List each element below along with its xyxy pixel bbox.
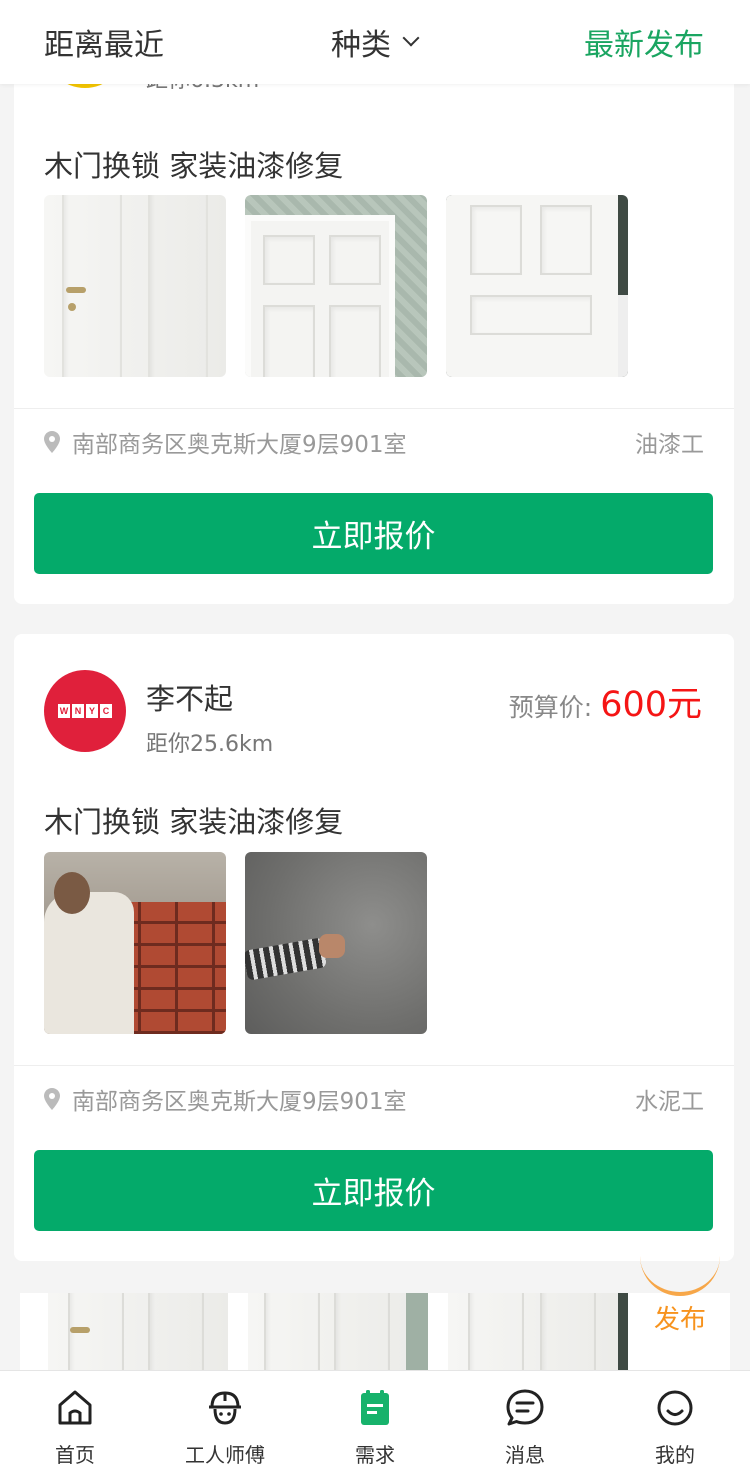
sort-latest-button[interactable]: 最新发布 xyxy=(584,20,704,64)
task-image[interactable] xyxy=(48,1293,228,1370)
message-icon xyxy=(506,1389,544,1426)
address: 南部商务区奥克斯大厦9层901室 xyxy=(44,425,407,459)
task-image[interactable] xyxy=(245,195,427,377)
location-pin-icon xyxy=(44,431,60,453)
demand-card: 距你6.3km 木门换锁 家装油漆修复 xyxy=(14,0,734,604)
avatar[interactable]: WNYC xyxy=(44,670,126,752)
tab-label: 我的 xyxy=(655,1443,695,1467)
user-name: 李不起 xyxy=(146,682,234,716)
budget: 预算价: 600元 xyxy=(509,676,702,727)
demand-icon xyxy=(361,1390,389,1425)
quote-button[interactable]: 立即报价 xyxy=(34,1150,713,1231)
category-dropdown[interactable]: 种类 xyxy=(331,20,420,64)
image-gallery xyxy=(44,852,427,1034)
trade-type: 油漆工 xyxy=(635,432,704,458)
home-icon xyxy=(58,1390,92,1425)
budget-price: 600元 xyxy=(600,685,702,725)
tab-label: 工人师傅 xyxy=(185,1443,265,1467)
demand-card: WNYC 李不起 距你25.6km 预算价: 600元 木门换锁 家装油漆修复 xyxy=(14,634,734,1261)
demand-card-peek xyxy=(20,1293,730,1370)
address-row: 南部商务区奥克斯大厦9层901室 水泥工 xyxy=(44,1079,704,1119)
trade-type: 水泥工 xyxy=(635,1089,704,1115)
user-distance: 距你25.6km xyxy=(146,732,274,757)
sort-latest-label: 最新发布 xyxy=(584,28,704,63)
address-text: 南部商务区奥克斯大厦9层901室 xyxy=(72,432,407,458)
tab-label: 首页 xyxy=(55,1443,95,1467)
publish-label: 发布 xyxy=(653,1305,706,1335)
divider xyxy=(14,408,734,409)
wnyc-logo: WNYC xyxy=(58,704,112,718)
profile-icon xyxy=(657,1390,693,1426)
tab-workers[interactable]: 工人师傅 xyxy=(150,1371,300,1476)
tab-home[interactable]: 首页 xyxy=(0,1371,150,1476)
tab-label: 消息 xyxy=(505,1443,545,1467)
address-row: 南部商务区奥克斯大厦9层901室 油漆工 xyxy=(44,422,704,462)
address-text: 南部商务区奥克斯大厦9层901室 xyxy=(72,1089,407,1115)
publish-icon xyxy=(640,1256,720,1296)
tab-bar: 首页 工人师傅 需求 消息 我的 xyxy=(0,1370,750,1476)
tab-label: 需求 xyxy=(355,1443,395,1467)
budget-label: 预算价: xyxy=(508,693,593,722)
image-gallery xyxy=(44,195,628,377)
task-image[interactable] xyxy=(446,195,628,377)
publish-button[interactable]: 发布 xyxy=(630,1256,730,1356)
address: 南部商务区奥克斯大厦9层901室 xyxy=(44,1082,407,1116)
task-title: 木门换锁 家装油漆修复 xyxy=(44,805,344,839)
task-image[interactable] xyxy=(245,852,427,1034)
divider xyxy=(14,1065,734,1066)
task-image[interactable] xyxy=(448,1293,628,1370)
category-label: 种类 xyxy=(331,28,391,63)
task-image[interactable] xyxy=(44,852,226,1034)
task-image[interactable] xyxy=(248,1293,428,1370)
sort-distance-label: 距离最近 xyxy=(44,28,164,63)
sort-distance-button[interactable]: 距离最近 xyxy=(44,20,164,64)
task-image[interactable] xyxy=(44,195,226,377)
tab-demand[interactable]: 需求 xyxy=(300,1371,450,1476)
chevron-down-icon xyxy=(402,29,420,47)
demand-list[interactable]: 距你6.3km 木门换锁 家装油漆修复 xyxy=(0,0,750,1370)
task-title: 木门换锁 家装油漆修复 xyxy=(44,149,344,183)
tab-profile[interactable]: 我的 xyxy=(600,1371,750,1476)
filter-bar: 距离最近 种类 最新发布 xyxy=(0,0,750,84)
quote-button[interactable]: 立即报价 xyxy=(34,493,713,574)
worker-icon xyxy=(209,1391,241,1425)
card-header: WNYC 李不起 距你25.6km 预算价: 600元 xyxy=(44,670,704,757)
location-pin-icon xyxy=(44,1088,60,1110)
tab-messages[interactable]: 消息 xyxy=(450,1371,600,1476)
